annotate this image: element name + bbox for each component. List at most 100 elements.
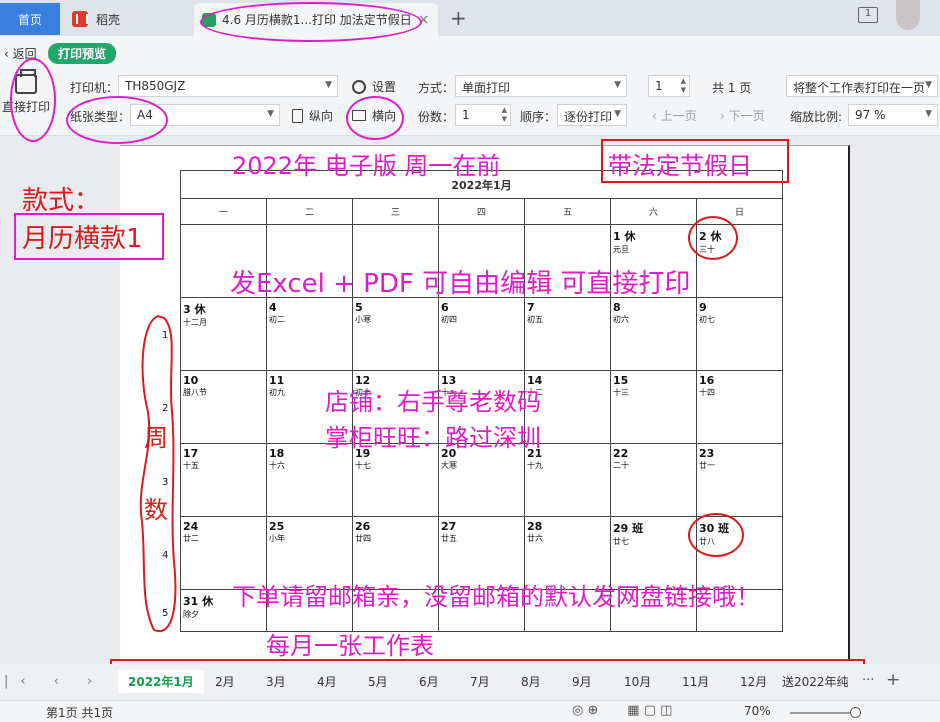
day-number: 4 — [269, 301, 277, 314]
settings-button[interactable]: 设置 — [352, 78, 396, 95]
lunar-date: 初四 — [441, 315, 457, 324]
day-number: 8 — [613, 301, 621, 314]
day-number — [353, 225, 438, 228]
weekday-header: 五 — [524, 198, 611, 225]
avatar[interactable] — [896, 0, 920, 30]
sheet-tab[interactable]: 10月 — [624, 673, 651, 690]
order-value: 逐份打印 — [564, 110, 613, 124]
holiday-day-highlight — [688, 216, 738, 260]
portrait-label: 纵向 — [309, 109, 334, 123]
next-page-button[interactable]: › 下一页 — [720, 107, 765, 124]
day-number: 5 — [355, 301, 363, 314]
calendar-week-row: 17 十五 18 十六 19 十七 20 大寒 21 十九 22 二十 23 廿一 — [180, 443, 783, 517]
day-number — [439, 225, 524, 228]
sheet-tab[interactable]: 11月 — [682, 673, 709, 690]
day-number: 22 — [613, 447, 629, 460]
weekday-header: 四 — [438, 198, 525, 225]
scale-select[interactable]: 97 % ▼ — [848, 104, 938, 126]
calendar-day-cell: 18 十六 — [266, 443, 353, 517]
order-select[interactable]: 逐份打印 ▼ — [557, 104, 627, 126]
sheet-tab[interactable]: 7月 — [470, 673, 490, 690]
calendar-day-cell: 17 十五 — [180, 443, 267, 517]
title-bar: 首页 稻壳 4.6 月历横款1...打印 加法定节假日 × + 1 — [0, 0, 940, 36]
window-count-icon[interactable]: 1 — [858, 7, 878, 23]
stepper-arrows-icon[interactable]: ▲ ▼ — [502, 106, 507, 124]
chevron-down-icon: ▼ — [614, 80, 621, 90]
sheet-tab[interactable]: 4月 — [317, 673, 337, 690]
lunar-date: 初六 — [613, 315, 629, 324]
chevron-down-icon: ▼ — [267, 109, 274, 119]
lunar-date: 十六 — [269, 461, 285, 470]
copies-stepper[interactable]: 1 ▲ ▼ — [455, 104, 511, 126]
paper-type-highlight — [66, 96, 168, 144]
day-number: 3 休 — [183, 303, 206, 316]
calendar-day-cell: 10 腊八节 — [180, 370, 267, 444]
calendar-day-cell: 9 初七 — [696, 297, 783, 371]
calendar-day-cell: 6 初四 — [438, 297, 525, 371]
sheet-tab[interactable]: 2022年1月 — [118, 670, 204, 693]
lunar-date: 廿一 — [699, 461, 715, 470]
workday-highlight — [688, 513, 744, 557]
sheet-tab[interactable]: 12月 — [740, 673, 767, 690]
stepper-arrows-icon[interactable]: ▲ ▼ — [681, 77, 686, 95]
chevron-down-icon: ▼ — [925, 109, 932, 119]
lunar-date: 二十 — [613, 461, 629, 470]
calendar-day-cell: 20 大寒 — [438, 443, 525, 517]
add-sheet-button[interactable]: + — [886, 670, 900, 690]
copies-label: 份数： — [418, 110, 455, 124]
weekday-header: 六 — [610, 198, 697, 225]
day-number: 7 — [527, 301, 535, 314]
day-number: 23 — [699, 447, 715, 460]
sheet-tab[interactable]: 3月 — [266, 673, 286, 690]
tab-docer-label: 稻壳 — [96, 12, 121, 27]
landscape-highlight — [346, 96, 404, 140]
page-number-value: 1 — [655, 79, 663, 93]
day-number: 25 — [269, 520, 285, 533]
page-number-stepper[interactable]: 1 ▲ ▼ — [648, 75, 690, 97]
lunar-date: 初五 — [527, 315, 543, 324]
lunar-date: 廿七 — [613, 537, 629, 546]
sheet-tab[interactable]: 送2022年纯 — [782, 673, 849, 690]
tab-home[interactable]: 首页 — [0, 3, 60, 35]
day-number: 1 休 — [613, 230, 636, 243]
printer-select[interactable]: TH850GJZ ▼ — [118, 75, 338, 97]
lunar-date: 廿六 — [527, 534, 543, 543]
zoom-slider-handle[interactable] — [850, 707, 861, 718]
prev-page-button[interactable]: ‹ 上一页 — [652, 107, 697, 124]
day-number: 24 — [183, 520, 199, 533]
scale-value: 97 % — [855, 108, 886, 122]
sheet-tab[interactable]: 9月 — [572, 673, 592, 690]
prev-page-label: 上一页 — [660, 109, 697, 123]
day-number — [181, 225, 266, 228]
portrait-button[interactable]: 纵向 — [292, 107, 333, 124]
sheet-tab[interactable]: 5月 — [368, 673, 388, 690]
style-label-annotation: 款式： — [22, 186, 101, 216]
view-mode-icons[interactable]: ◎ ⊕ ▦ ▢ ◫ — [572, 703, 672, 718]
lunar-date: 初二 — [269, 315, 285, 324]
more-sheets-button[interactable]: ··· — [862, 673, 874, 688]
new-tab-button[interactable]: + — [450, 6, 467, 30]
tab-docer[interactable]: 稻壳 — [62, 4, 188, 34]
lunar-date: 十九 — [527, 461, 543, 470]
calendar-day-cell: 19 十七 — [352, 443, 439, 517]
lunar-date: 小年 — [269, 534, 285, 543]
fit-mode-select[interactable]: 将整个工作表打印在一页 ▼ — [786, 75, 938, 97]
shop-annotation: 店铺：右手尊老数码 — [325, 388, 541, 416]
owner-annotation: 掌柜旺旺：路过深圳 — [325, 424, 541, 452]
day-number: 16 — [699, 374, 715, 387]
lunar-date: 元旦 — [613, 245, 629, 254]
sheet-tab[interactable]: 8月 — [521, 673, 541, 690]
lunar-date: 廿五 — [441, 534, 457, 543]
lunar-date: 腊八节 — [183, 388, 207, 397]
chevron-down-icon: ▼ — [925, 80, 932, 90]
printer-label: 打印机： — [70, 81, 119, 95]
docer-logo-icon — [72, 11, 88, 27]
sheet-tab[interactable]: 6月 — [419, 673, 439, 690]
sheet-tab[interactable]: 2月 — [215, 673, 235, 690]
weekday-header: 二 — [266, 198, 353, 225]
formats-annotation: 发Excel + PDF 可自由编辑 可直接打印 — [230, 269, 691, 299]
lunar-date: 十五 — [183, 461, 199, 470]
print-mode-select[interactable]: 单面打印 ▼ — [455, 75, 627, 97]
holiday-annotation: 带法定节假日 — [608, 152, 752, 180]
lunar-date: 廿二 — [183, 534, 199, 543]
